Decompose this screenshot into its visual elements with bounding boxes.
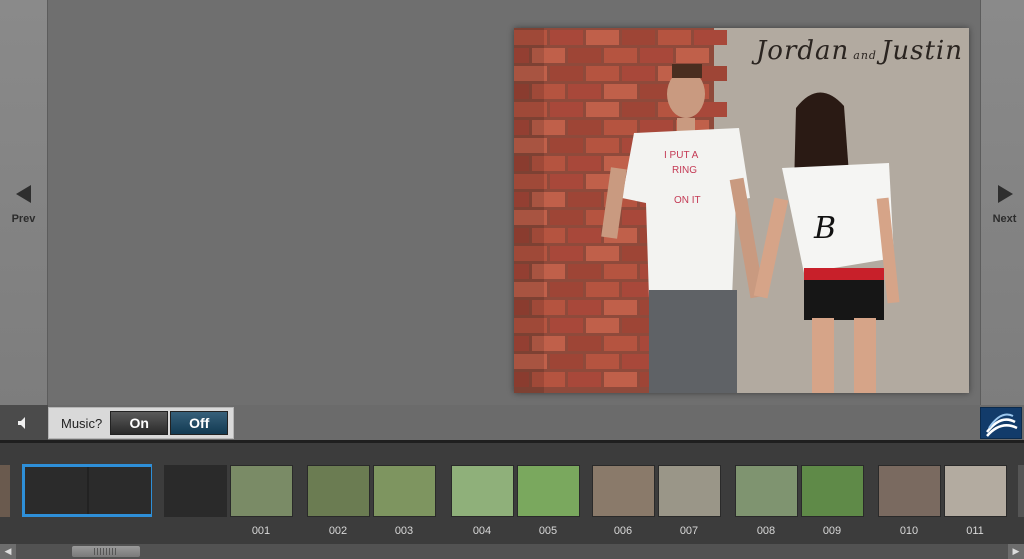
thumbnail-spread[interactable] bbox=[164, 465, 294, 517]
scroll-right-arrow-icon[interactable]: ▶ bbox=[1008, 544, 1024, 559]
music-on-button[interactable]: On bbox=[110, 411, 169, 435]
thumbnail-page bbox=[801, 465, 864, 517]
thumbnail-page bbox=[164, 465, 227, 517]
thumbnail-spread-selected[interactable] bbox=[22, 464, 152, 517]
control-bar: Music? On Off bbox=[0, 405, 1024, 440]
thumbnail-spread[interactable] bbox=[878, 465, 1008, 517]
thumbnail-page bbox=[451, 465, 514, 517]
music-off-button[interactable]: Off bbox=[170, 411, 229, 435]
thumbnail-page bbox=[373, 465, 436, 517]
prev-button[interactable]: Prev bbox=[0, 0, 48, 405]
page-number-label: 008 bbox=[756, 525, 776, 537]
caption-name-2: Justin bbox=[880, 36, 963, 66]
thumbnail-page-left bbox=[25, 467, 87, 514]
page-number-label: 006 bbox=[613, 525, 633, 537]
thumbnail-filmstrip: 001 002 003 004 005 006 007 008 009 010 011 bbox=[0, 440, 1024, 544]
page-number-label: 007 bbox=[679, 525, 699, 537]
page-number-label: 010 bbox=[899, 525, 919, 537]
thumbnail-page bbox=[307, 465, 370, 517]
next-label: Next bbox=[992, 212, 1017, 225]
thumbnail-spread[interactable] bbox=[307, 465, 437, 517]
thumbnail-page-right bbox=[89, 467, 151, 514]
thumbnail-spread[interactable] bbox=[735, 465, 865, 517]
thumbnail-page bbox=[735, 465, 798, 517]
triangle-right-icon bbox=[992, 181, 1018, 207]
waves-logo-icon[interactable] bbox=[980, 407, 1022, 439]
horizontal-scrollbar[interactable]: ◀ ▶ bbox=[0, 544, 1024, 559]
page-number-label: 011 bbox=[966, 525, 984, 537]
prev-label: Prev bbox=[11, 212, 36, 225]
thumbnail-page bbox=[230, 465, 293, 517]
caption-name-1: Jordan bbox=[755, 36, 850, 66]
page-number-label: 005 bbox=[538, 525, 558, 537]
music-toggle-group: Music? On Off bbox=[48, 407, 234, 439]
caption-and: and bbox=[853, 49, 877, 62]
page-number-label: 002 bbox=[328, 525, 348, 537]
page-number-label: 009 bbox=[822, 525, 842, 537]
partial-thumbnail[interactable] bbox=[0, 465, 10, 517]
thumbnail-page bbox=[878, 465, 941, 517]
scroll-left-arrow-icon[interactable]: ◀ bbox=[0, 544, 16, 559]
svg-text:I PUT A: I PUT A bbox=[664, 150, 699, 161]
speaker-icon[interactable] bbox=[0, 405, 48, 440]
svg-text:ON IT: ON IT bbox=[674, 195, 701, 206]
thumbnail-spread[interactable] bbox=[592, 465, 722, 517]
svg-text:B: B bbox=[813, 211, 836, 246]
page-number-label: 003 bbox=[394, 525, 414, 537]
svg-text:RING: RING bbox=[672, 165, 697, 176]
thumbnail-page bbox=[658, 465, 721, 517]
book-viewer: Prev B I PUT A RING ON IT Jordan and Jus… bbox=[0, 0, 1024, 440]
thumbnail-spread[interactable] bbox=[451, 465, 581, 517]
thumbnail-page bbox=[944, 465, 1007, 517]
partial-thumbnail[interactable] bbox=[1018, 465, 1024, 517]
page-photo: B I PUT A RING ON IT Jordan and Justin bbox=[514, 28, 969, 393]
photo-caption: Jordan and Justin bbox=[756, 36, 963, 66]
next-button[interactable]: Next bbox=[980, 0, 1024, 405]
music-label: Music? bbox=[61, 415, 103, 431]
triangle-left-icon bbox=[11, 181, 37, 207]
page-number-label: 004 bbox=[472, 525, 492, 537]
scroll-thumb[interactable] bbox=[72, 546, 140, 557]
thumbnail-page bbox=[592, 465, 655, 517]
page-number-label: 001 bbox=[251, 525, 271, 537]
thumbnail-page bbox=[517, 465, 580, 517]
